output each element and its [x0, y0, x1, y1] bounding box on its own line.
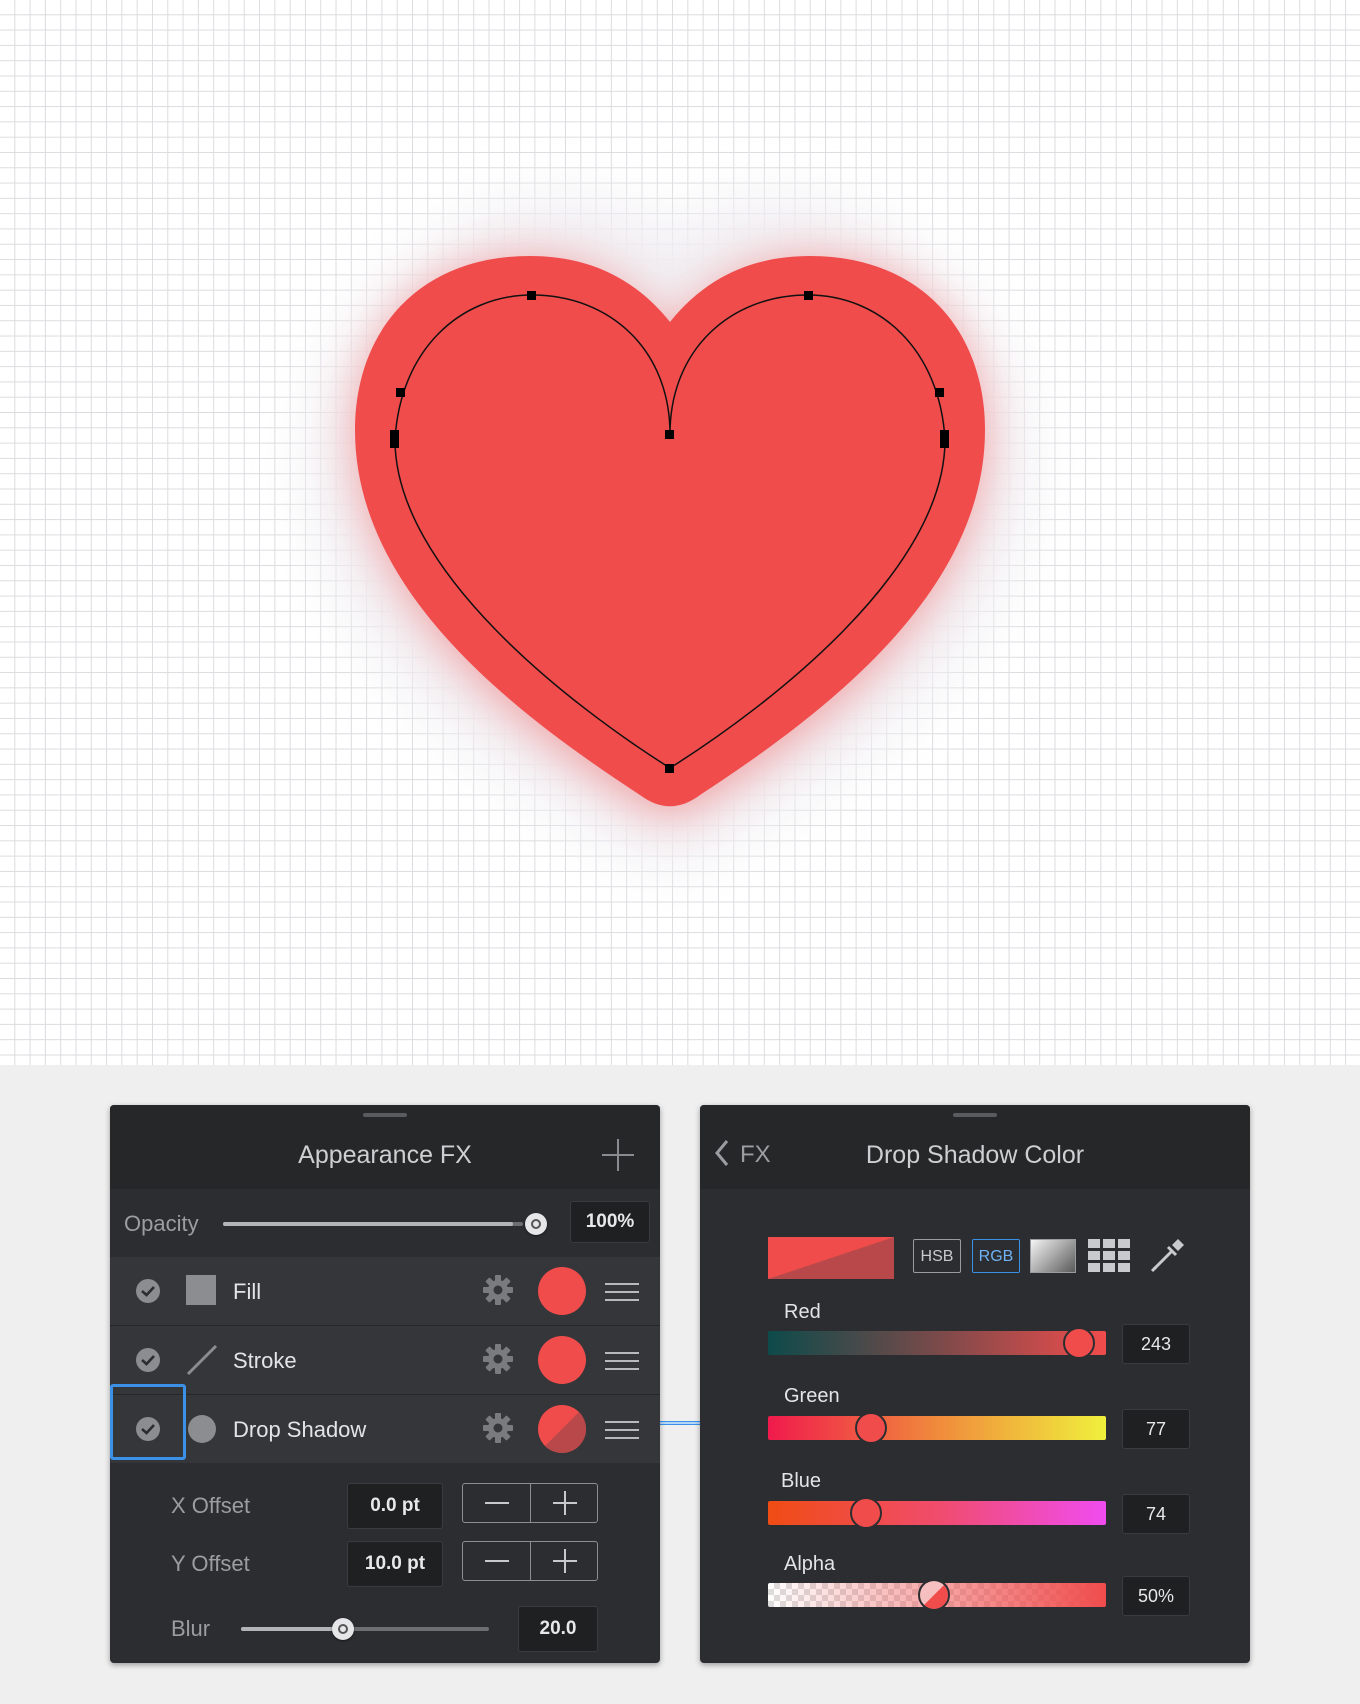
- drop-shadow-color-swatch[interactable]: [538, 1405, 586, 1453]
- swatches-grid-icon[interactable]: [1088, 1239, 1130, 1273]
- gradient-mode-icon[interactable]: [1030, 1239, 1076, 1273]
- gear-icon[interactable]: [481, 1273, 515, 1307]
- blue-channel-value[interactable]: 74: [1122, 1494, 1190, 1534]
- y-offset-value[interactable]: 10.0 pt: [347, 1541, 443, 1587]
- red-channel-value[interactable]: 243: [1122, 1324, 1190, 1364]
- layer-row-fill[interactable]: Fill: [110, 1257, 660, 1325]
- opacity-slider-knob[interactable]: [525, 1213, 547, 1235]
- blur-slider-fill: [241, 1627, 343, 1631]
- drop-shadow-color-panel: FX Drop Shadow Color HSB RGB Red 243 Gre…: [700, 1105, 1250, 1663]
- panel-header: FX Drop Shadow Color: [700, 1105, 1250, 1189]
- x-offset-value[interactable]: 0.0 pt: [347, 1483, 443, 1529]
- alpha-slider-knob[interactable]: [918, 1579, 950, 1611]
- opacity-label: Opacity: [124, 1211, 199, 1236]
- minus-icon[interactable]: [485, 1560, 509, 1562]
- blur-label: Blur: [171, 1616, 211, 1641]
- panel-header: Appearance FX: [110, 1105, 660, 1189]
- stroke-color-swatch[interactable]: [538, 1336, 586, 1384]
- layer-name: Stroke: [233, 1348, 297, 1373]
- plus-icon[interactable]: [602, 1139, 634, 1171]
- appearance-fx-panel: Appearance FX Opacity 100% Fill Stroke D…: [110, 1105, 660, 1663]
- opacity-row: Opacity 100%: [110, 1189, 660, 1257]
- reorder-handle-icon[interactable]: [605, 1283, 639, 1301]
- checkmark-icon[interactable]: [136, 1348, 160, 1372]
- green-channel-value[interactable]: 77: [1122, 1409, 1190, 1449]
- artboard-canvas[interactable]: [0, 0, 1360, 1065]
- layer-row-stroke[interactable]: Stroke: [110, 1325, 660, 1394]
- red-channel-label: Red: [784, 1301, 821, 1323]
- fill-square-icon: [186, 1275, 216, 1305]
- alpha-channel-label: Alpha: [784, 1553, 836, 1575]
- gear-icon[interactable]: [481, 1411, 515, 1445]
- y-offset-stepper[interactable]: [462, 1541, 598, 1581]
- checkmark-icon[interactable]: [136, 1279, 160, 1303]
- opacity-slider-fill: [223, 1222, 513, 1226]
- blur-value[interactable]: 20.0: [518, 1606, 598, 1652]
- reorder-handle-icon[interactable]: [605, 1421, 639, 1439]
- heart-artwork[interactable]: [0, 0, 1360, 1065]
- x-offset-label: X Offset: [171, 1493, 251, 1518]
- x-offset-stepper[interactable]: [462, 1483, 598, 1523]
- reorder-handle-icon[interactable]: [605, 1352, 639, 1370]
- green-slider-knob[interactable]: [855, 1412, 887, 1444]
- red-channel-slider[interactable]: [768, 1331, 1106, 1355]
- hsb-mode-button[interactable]: HSB: [913, 1239, 961, 1273]
- fill-color-swatch[interactable]: [538, 1267, 586, 1315]
- gear-icon[interactable]: [481, 1342, 515, 1376]
- eyedropper-icon[interactable]: [1148, 1237, 1186, 1275]
- panel-drag-handle[interactable]: [953, 1113, 997, 1117]
- blue-channel-slider[interactable]: [768, 1501, 1106, 1525]
- panel-drag-handle[interactable]: [363, 1113, 407, 1117]
- minus-icon[interactable]: [485, 1502, 509, 1504]
- panel-title: Drop Shadow Color: [865, 1141, 1085, 1169]
- layer-name: Fill: [233, 1279, 262, 1304]
- panel-title: Appearance FX: [298, 1141, 472, 1169]
- stroke-line-icon: [186, 1344, 218, 1376]
- green-channel-label: Green: [784, 1385, 840, 1407]
- layer-row-drop-shadow[interactable]: Drop Shadow: [110, 1394, 660, 1463]
- blue-channel-label: Blue: [781, 1470, 822, 1492]
- y-offset-label: Y Offset: [171, 1551, 250, 1576]
- green-channel-slider[interactable]: [768, 1416, 1106, 1440]
- blue-slider-knob[interactable]: [850, 1497, 882, 1529]
- blur-slider-knob[interactable]: [332, 1618, 354, 1640]
- alpha-channel-value[interactable]: 50%: [1122, 1576, 1190, 1616]
- color-preview-swatch: [768, 1237, 894, 1279]
- layer-name: Drop Shadow: [233, 1417, 367, 1442]
- selected-layer-highlight: [110, 1384, 186, 1460]
- shadow-circle-icon: [188, 1415, 216, 1443]
- rgb-mode-button[interactable]: RGB: [972, 1239, 1020, 1273]
- red-slider-knob[interactable]: [1063, 1327, 1095, 1359]
- opacity-value[interactable]: 100%: [570, 1201, 650, 1243]
